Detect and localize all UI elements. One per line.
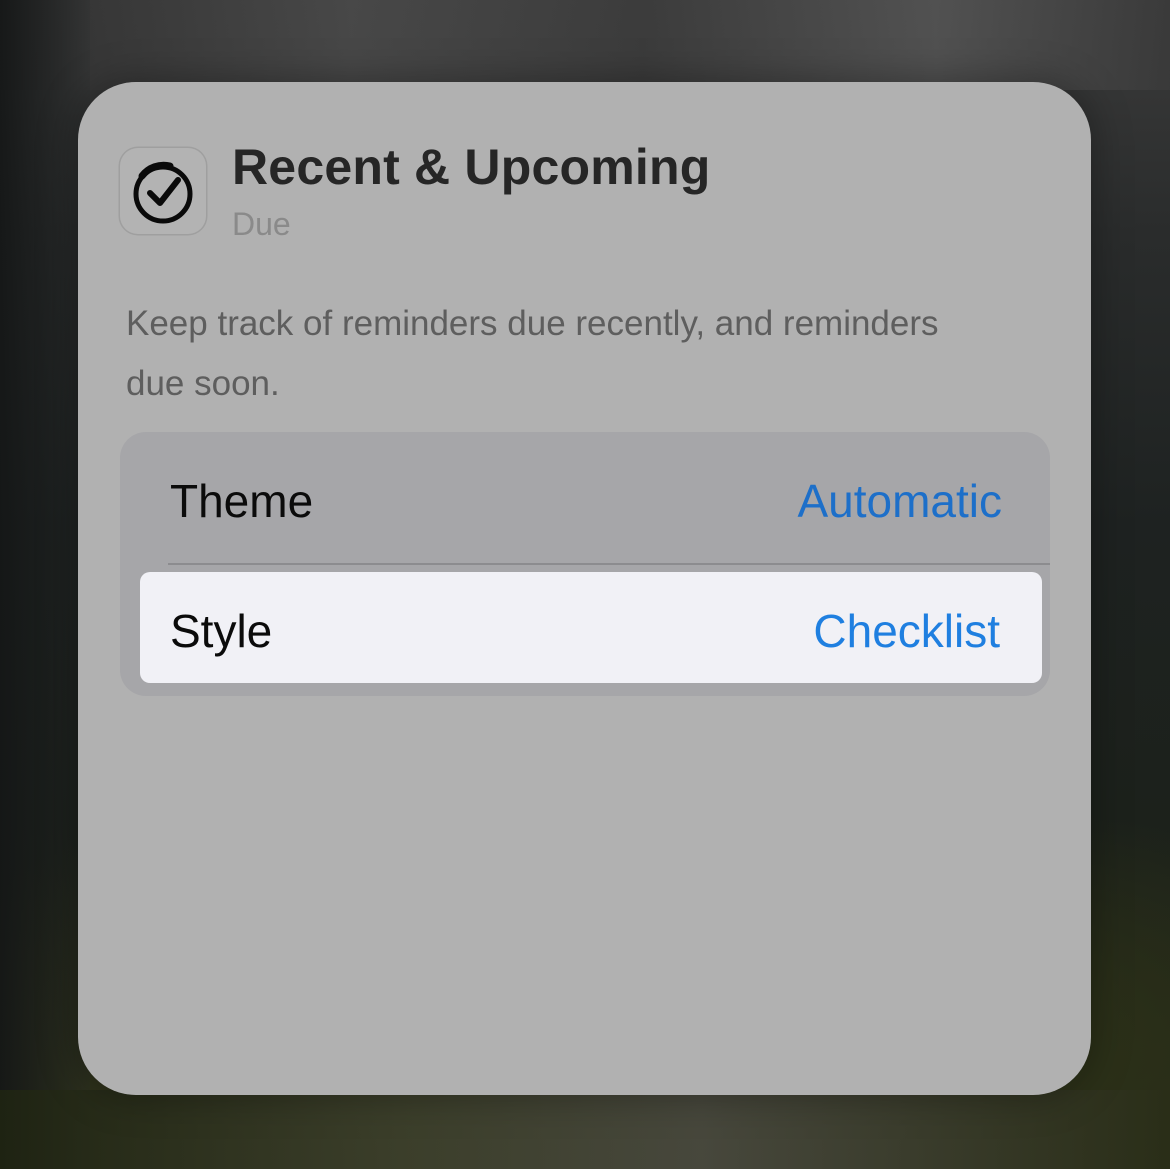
theme-value[interactable]: Automatic [797,474,1002,528]
settings-group: Theme Automatic Style Checklist [120,432,1050,696]
theme-setting-row[interactable]: Theme Automatic [120,432,1050,565]
theme-label: Theme [170,475,314,527]
background-top [0,0,1170,90]
background-left [0,0,90,1169]
style-label: Style [170,605,273,657]
widget-config-card: Recent & Upcoming Due Keep track of remi… [78,82,1091,1095]
background-bottom [0,1090,1170,1169]
app-icon [120,148,206,234]
row-separator [168,563,1050,565]
checkmark-circle-icon [133,161,193,224]
style-value[interactable]: Checklist [813,604,1000,658]
style-setting-row[interactable]: Style Checklist [140,572,1042,683]
widget-title: Recent & Upcoming [232,139,711,195]
widget-app-name: Due [232,206,291,242]
widget-description: Keep track of reminders due recently, an… [126,304,939,403]
